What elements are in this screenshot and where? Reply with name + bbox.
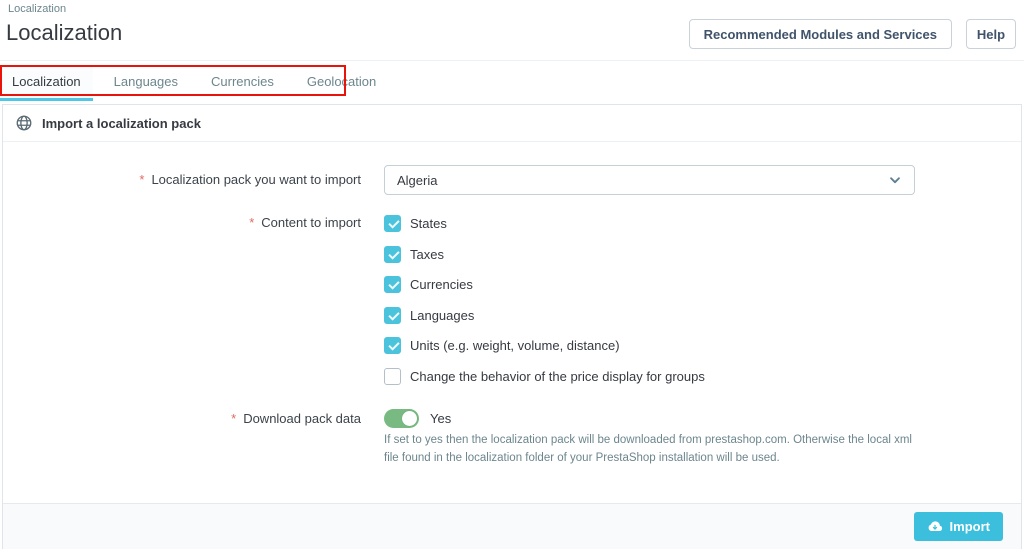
taxes-checkbox[interactable] — [384, 246, 401, 263]
states-checkbox[interactable] — [384, 215, 401, 232]
tab-languages[interactable]: Languages — [102, 65, 190, 101]
checkbox-row-currencies: Currencies — [384, 276, 473, 293]
tab-localization[interactable]: Localization — [0, 65, 93, 101]
globe-icon — [15, 114, 33, 132]
page-title: Localization — [6, 20, 122, 46]
download-pack-toggle[interactable] — [384, 409, 419, 428]
tab-currencies[interactable]: Currencies — [199, 65, 286, 101]
languages-checkbox[interactable] — [384, 307, 401, 324]
selected-pack-value: Algeria — [397, 173, 437, 188]
localization-pack-select[interactable]: Algeria — [384, 165, 915, 195]
breadcrumb[interactable]: Localization — [8, 3, 66, 15]
checkbox-label: Currencies — [410, 276, 473, 293]
checkbox-label: Languages — [410, 307, 474, 324]
units-checkbox[interactable] — [384, 337, 401, 354]
checkbox-row-taxes: Taxes — [384, 246, 444, 263]
download-help-text: If set to yes then the localization pack… — [384, 432, 918, 468]
chevron-down-icon — [888, 173, 902, 187]
import-button[interactable]: Import — [914, 512, 1003, 541]
tab-bar: Localization Languages Currencies Geoloc… — [0, 61, 1024, 104]
required-asterisk: * — [249, 215, 254, 230]
download-pack-data-label: *Download pack data — [3, 411, 361, 426]
import-button-label: Import — [950, 519, 990, 534]
panel-header: Import a localization pack — [3, 105, 1021, 142]
import-localization-panel: Import a localization pack *Localization… — [2, 104, 1022, 549]
price-display-checkbox[interactable] — [384, 368, 401, 385]
download-toggle-row: Yes — [384, 409, 451, 428]
required-asterisk: * — [231, 411, 236, 426]
help-button[interactable]: Help — [966, 19, 1016, 49]
checkbox-label: Taxes — [410, 246, 444, 263]
tab-geolocation[interactable]: Geolocation — [295, 65, 388, 101]
cloud-download-icon — [927, 519, 943, 535]
checkbox-row-price-display: Change the behavior of the price display… — [384, 368, 705, 385]
toggle-knob — [402, 411, 417, 426]
checkbox-row-units: Units (e.g. weight, volume, distance) — [384, 337, 620, 354]
panel-footer: Import — [3, 503, 1021, 549]
checkbox-label: Units (e.g. weight, volume, distance) — [410, 337, 620, 354]
checkbox-label: States — [410, 215, 447, 232]
pack-select-label: *Localization pack you want to import — [3, 172, 361, 187]
localization-page: Localization Localization Recommended Mo… — [0, 0, 1024, 549]
recommended-modules-button[interactable]: Recommended Modules and Services — [689, 19, 952, 49]
checkbox-row-languages: Languages — [384, 307, 474, 324]
checkbox-row-states: States — [384, 215, 447, 232]
content-to-import-label: *Content to import — [3, 215, 361, 230]
page-header: Localization Localization Recommended Mo… — [0, 0, 1024, 61]
currencies-checkbox[interactable] — [384, 276, 401, 293]
panel-title: Import a localization pack — [42, 116, 201, 131]
checkbox-label: Change the behavior of the price display… — [410, 368, 705, 385]
required-asterisk: * — [139, 172, 144, 187]
toggle-state-label: Yes — [430, 411, 451, 426]
